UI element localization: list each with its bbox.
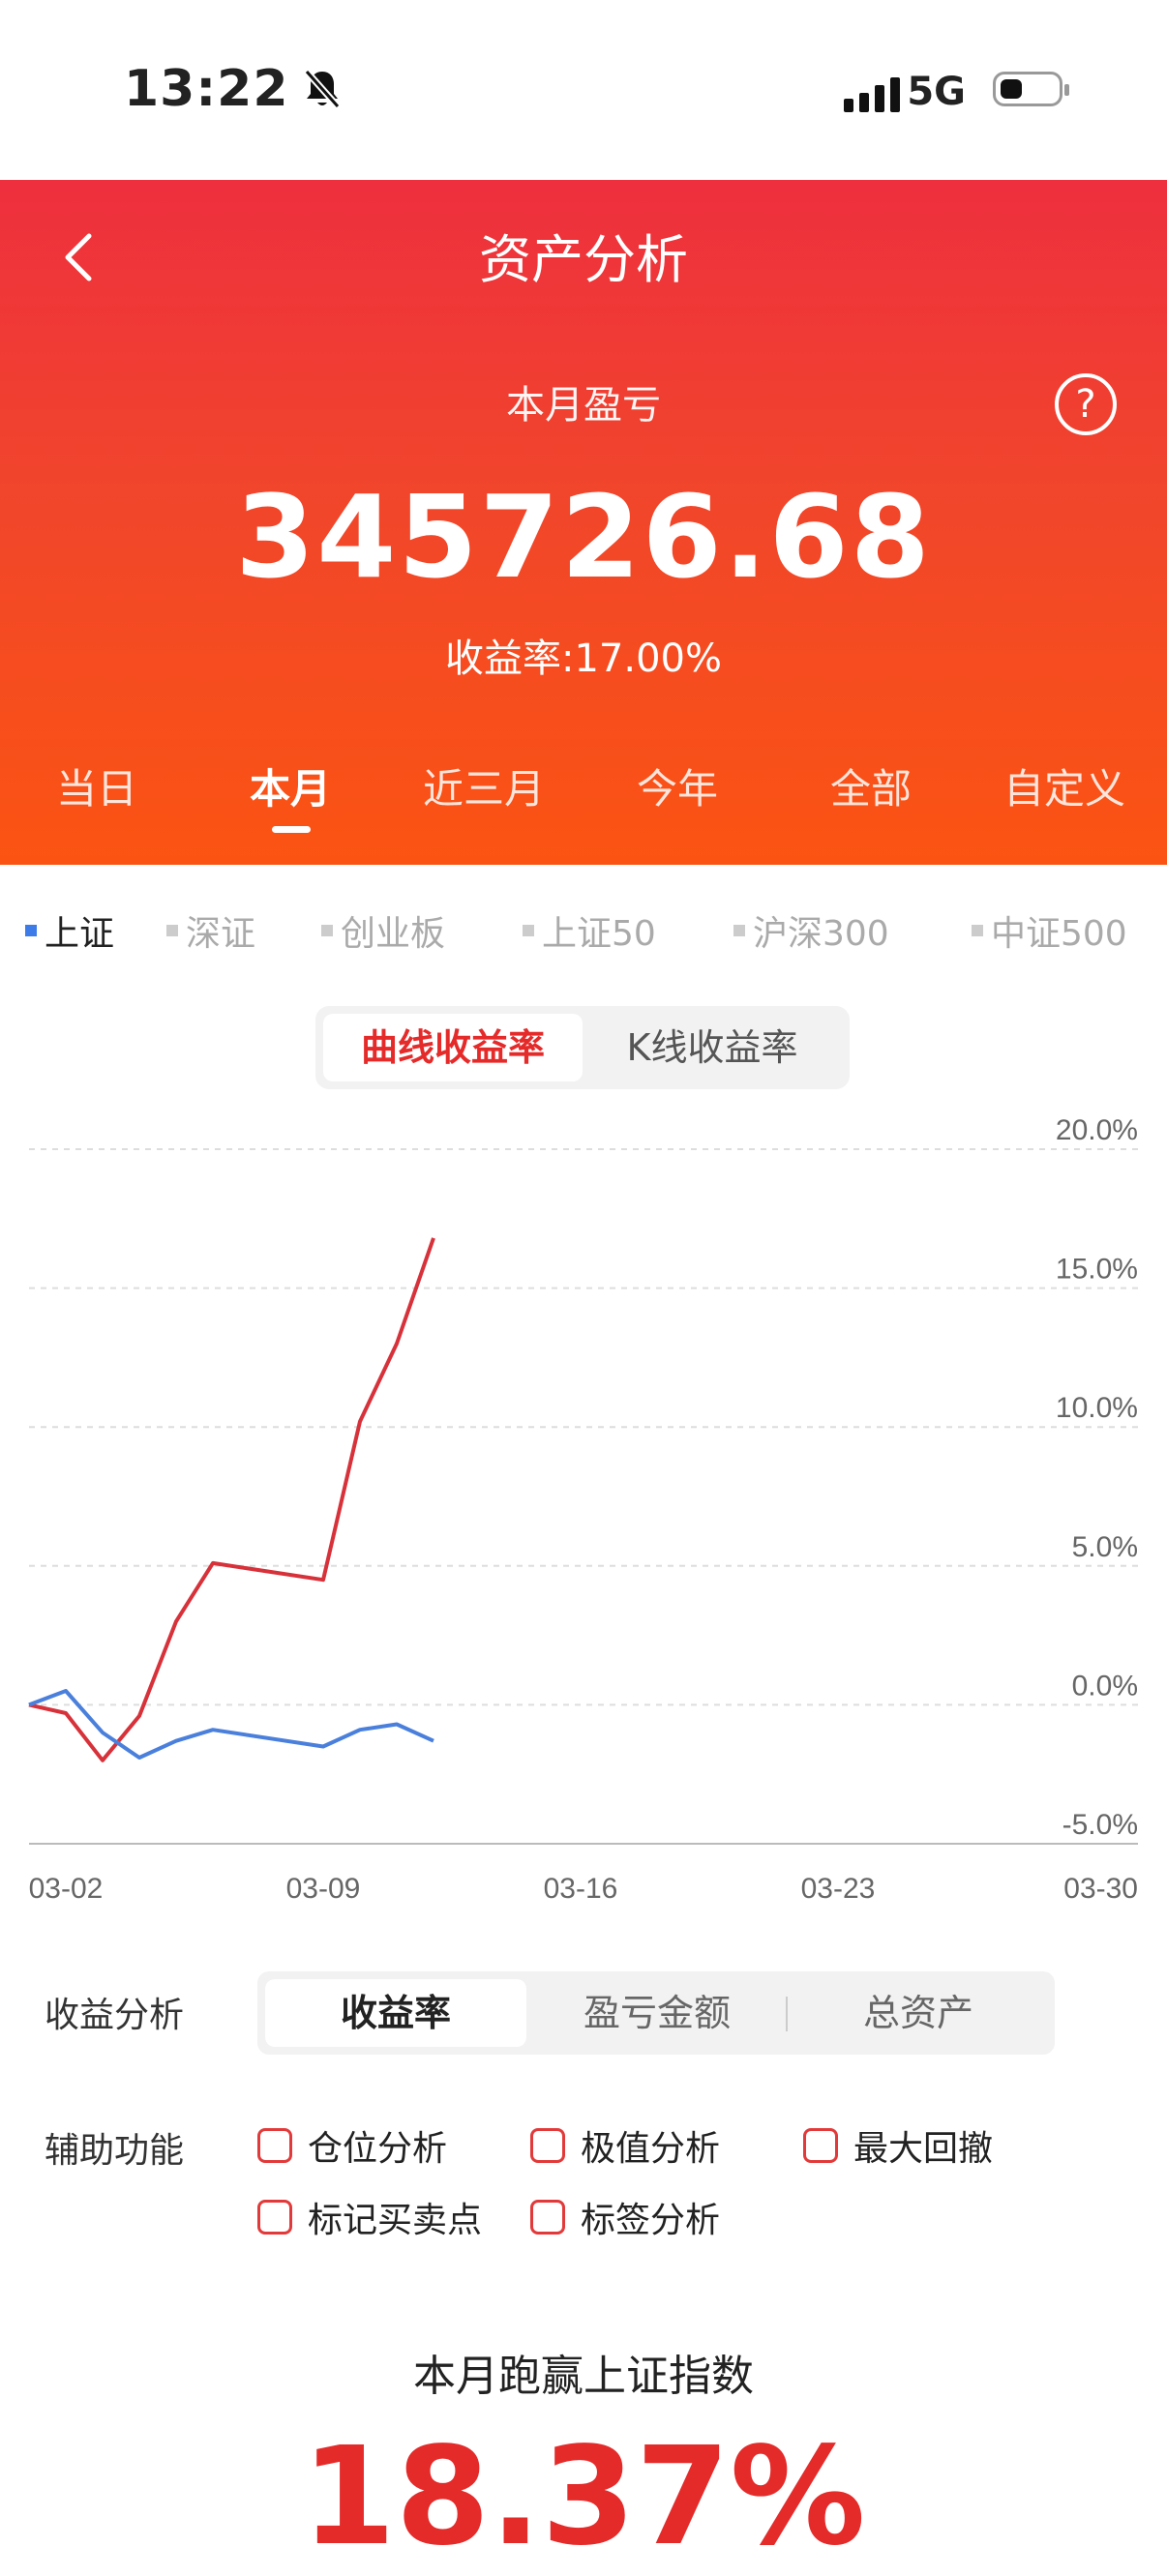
checkbox-box[interactable] bbox=[530, 2200, 565, 2235]
page-title: 资产分析 bbox=[479, 229, 688, 290]
y-tick-label: 5.0% bbox=[1072, 1531, 1138, 1563]
checkbox-extreme-analysis[interactable]: 极值分析 bbox=[530, 2120, 720, 2171]
index-return-line bbox=[28, 1689, 434, 1760]
portfolio-return-line bbox=[28, 1237, 435, 1762]
checkbox-box[interactable] bbox=[257, 2200, 292, 2235]
checkbox-mark-trades[interactable]: 标记买卖点 bbox=[257, 2192, 482, 2242]
bell-muted-icon bbox=[303, 69, 341, 109]
tab-this-year[interactable]: 今年 bbox=[581, 756, 774, 815]
y-tick-label: 10.0% bbox=[1056, 1392, 1138, 1424]
aux-label: 辅助功能 bbox=[45, 2131, 185, 2171]
index-zz500[interactable]: 中证500 bbox=[972, 905, 1127, 956]
checkbox-box[interactable] bbox=[257, 2128, 292, 2163]
y-tick-label: -5.0% bbox=[1062, 1809, 1138, 1841]
return-chart-svg: 20.0% 15.0% 10.0% 5.0% 0.0% -5.0% 03-02 03-09 03… bbox=[28, 1114, 1138, 1905]
beat-index-value: 18.37% bbox=[301, 2418, 866, 2576]
chart-mode-toggle: 曲线收益率 K线收益率 bbox=[315, 1006, 850, 1089]
status-time: 13:22 bbox=[124, 60, 342, 118]
x-tick-label: 03-02 bbox=[29, 1873, 104, 1905]
pl-label: 本月盈亏 bbox=[506, 383, 661, 428]
x-tick-label: 03-09 bbox=[286, 1873, 361, 1905]
checkbox-box[interactable] bbox=[530, 2128, 565, 2163]
time-text: 13:22 bbox=[124, 60, 289, 118]
x-tick-label: 03-16 bbox=[544, 1873, 618, 1905]
x-tick-label: 03-23 bbox=[801, 1873, 876, 1905]
checkbox-max-drawdown[interactable]: 最大回撤 bbox=[803, 2120, 993, 2171]
battery-icon bbox=[993, 72, 1069, 106]
active-tab-indicator bbox=[272, 826, 311, 833]
y-tick-label: 15.0% bbox=[1056, 1254, 1138, 1286]
x-tick-label: 03-30 bbox=[1063, 1873, 1138, 1905]
index-cyb[interactable]: 创业板 bbox=[321, 905, 445, 956]
beat-index-title: 本月跑赢上证指数 bbox=[413, 2352, 754, 2401]
index-hs300[interactable]: 沪深300 bbox=[733, 905, 889, 956]
header-panel: 资产分析 ? 本月盈亏 345726.68 收益率:17.00% 当日 本月 近… bbox=[0, 180, 1167, 865]
network-type: 5G bbox=[907, 70, 966, 114]
y-tick-label: 0.0% bbox=[1072, 1670, 1138, 1702]
index-selector: 上证 深证 创业板 上证50 沪深300 中证500 bbox=[0, 905, 1167, 954]
index-sh[interactable]: 上证 bbox=[25, 905, 114, 956]
option-return-rate[interactable]: 收益率 bbox=[265, 1979, 526, 2047]
index-sz[interactable]: 深证 bbox=[166, 905, 255, 956]
tab-this-month[interactable]: 本月 bbox=[194, 756, 387, 815]
curve-return-option[interactable]: 曲线收益率 bbox=[323, 1014, 583, 1081]
option-pl-amount[interactable]: 盈亏金额 bbox=[526, 1979, 788, 2047]
tab-custom[interactable]: 自定义 bbox=[968, 756, 1161, 815]
y-tick-label: 20.0% bbox=[1056, 1114, 1138, 1146]
option-total-assets[interactable]: 总资产 bbox=[788, 1979, 1049, 2047]
tab-three-months[interactable]: 近三月 bbox=[387, 756, 581, 815]
signal-icon bbox=[844, 75, 900, 112]
tab-all[interactable]: 全部 bbox=[774, 756, 968, 815]
status-bar: 13:22 5G bbox=[0, 0, 1167, 180]
return-chart: 20.0% 15.0% 10.0% 5.0% 0.0% -5.0% 03-02 03-09 03… bbox=[0, 1103, 1167, 1915]
pl-value: 345726.68 bbox=[235, 470, 932, 604]
period-tabs: 当日 本月 近三月 今年 全部 自定义 bbox=[0, 756, 1167, 844]
index-sz50[interactable]: 上证50 bbox=[523, 905, 656, 956]
tab-today[interactable]: 当日 bbox=[0, 756, 194, 815]
analysis-toggle: 收益率 盈亏金额 总资产 bbox=[257, 1971, 1055, 2055]
analysis-label: 收益分析 bbox=[45, 1996, 185, 2035]
checkbox-position-analysis[interactable]: 仓位分析 bbox=[257, 2120, 447, 2171]
return-rate: 收益率:17.00% bbox=[445, 637, 722, 681]
checkbox-box[interactable] bbox=[803, 2128, 838, 2163]
checkbox-tag-analysis[interactable]: 标签分析 bbox=[530, 2192, 720, 2242]
kline-return-option[interactable]: K线收益率 bbox=[583, 1014, 842, 1081]
